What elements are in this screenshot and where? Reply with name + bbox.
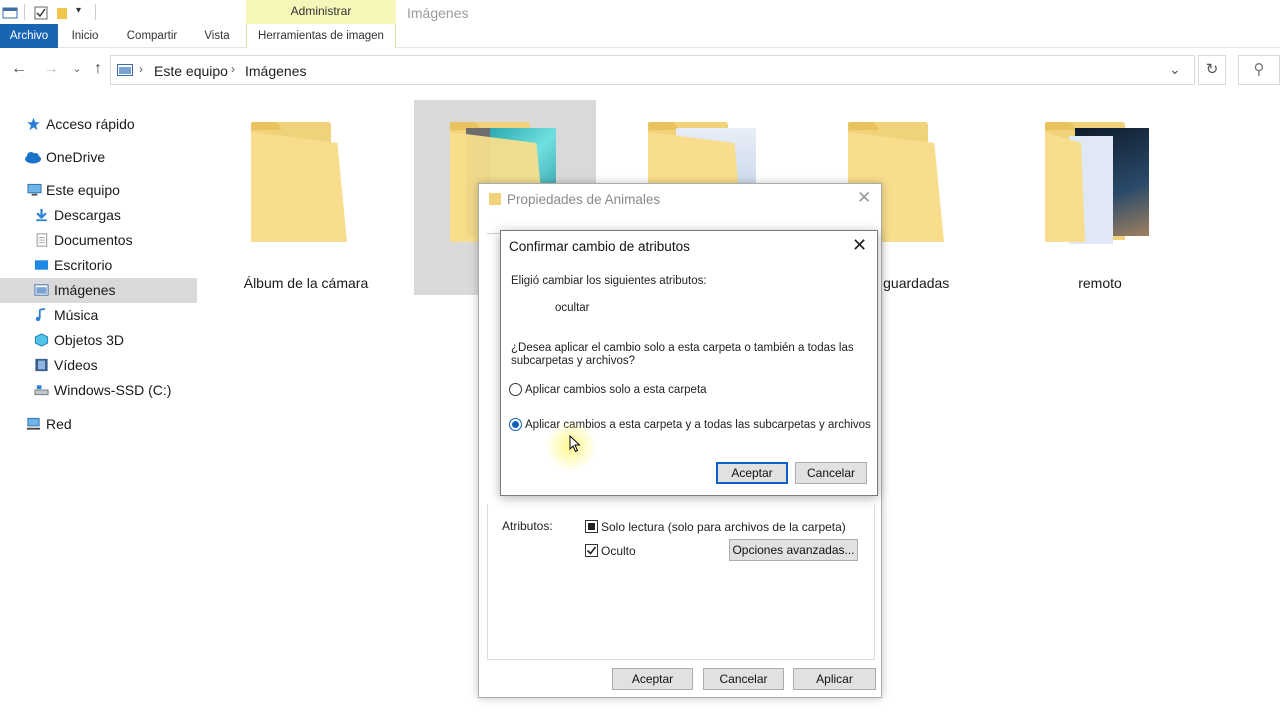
cloud-icon — [25, 152, 41, 164]
sidebar-item-label: Descargas — [54, 207, 121, 223]
drive-icon — [34, 385, 49, 396]
customize-toolbar-icon[interactable]: ▾ — [76, 5, 81, 16]
folder-icon — [1045, 122, 1149, 244]
pictures-icon — [34, 284, 49, 296]
download-icon — [36, 208, 47, 222]
tab-inicio[interactable]: Inicio — [62, 24, 108, 48]
computer-icon — [27, 183, 42, 196]
advanced-options-button[interactable]: Opciones avanzadas... — [729, 539, 858, 561]
pictures-location-icon — [117, 64, 133, 76]
breadcrumb-separator-icon[interactable]: › — [231, 62, 235, 76]
breadcrumb-este-equipo[interactable]: Este equipo — [154, 63, 228, 79]
sidebar-item-documentos[interactable]: Documentos — [0, 228, 197, 253]
sidebar-item-label: Objetos 3D — [54, 332, 125, 348]
sidebar-item-label: Música — [54, 307, 99, 323]
back-arrow-icon[interactable]: ← — [8, 58, 30, 80]
sidebar-item-label: Vídeos — [54, 357, 98, 373]
navigation-bar: ← → ⌄ ↑ › Este equipo › Imágenes ⌄ ↻ ⚲ — [0, 50, 1280, 90]
title-bar: ▾ Administrar Imágenes — [0, 0, 1280, 26]
sidebar-item-label: Documentos — [54, 232, 133, 248]
confirm-cancel-button[interactable]: Cancelar — [795, 462, 867, 484]
sidebar-item-red[interactable]: Red — [0, 412, 197, 437]
sidebar-item-escritorio[interactable]: Escritorio — [0, 253, 197, 278]
tab-archivo[interactable]: Archivo — [0, 24, 58, 48]
question-text-line1: ¿Desea aplicar el cambio solo a esta car… — [511, 342, 854, 354]
folder-icon — [251, 122, 347, 242]
readonly-checkbox[interactable] — [585, 520, 598, 533]
sidebar-item-label: Red — [46, 416, 72, 432]
video-icon — [35, 358, 48, 372]
up-arrow-icon[interactable]: ↑ — [87, 58, 109, 80]
address-bar[interactable]: › Este equipo › Imágenes ⌄ — [110, 55, 1195, 85]
address-dropdown-icon[interactable]: ⌄ — [1169, 61, 1181, 78]
folder-label: Álbum de la cámara — [243, 275, 369, 291]
folder-item[interactable]: Álbum de la cámara — [215, 100, 397, 295]
network-icon — [26, 417, 41, 430]
search-icon: ⚲ — [1253, 61, 1265, 78]
ribbon-tabs: Archivo Inicio Compartir Vista Herramien… — [0, 24, 1280, 48]
ok-button[interactable]: Aceptar — [612, 668, 693, 690]
sidebar-item-objetos-3d[interactable]: Objetos 3D — [0, 328, 197, 353]
divider — [95, 4, 96, 20]
attribute-text: ocultar — [555, 302, 590, 314]
hidden-label: Oculto — [601, 544, 636, 558]
tab-vista[interactable]: Vista — [196, 24, 238, 48]
sidebar-item-label: Windows-SSD (C:) — [54, 382, 172, 398]
desktop-icon — [34, 260, 49, 270]
folder-label: remoto — [1078, 275, 1122, 291]
sidebar-item-onedrive[interactable]: OneDrive — [0, 145, 197, 170]
radio-folder-and-subfolders[interactable] — [509, 418, 522, 431]
dialog-title: Confirmar cambio de atributos — [509, 239, 690, 254]
sidebar-item-label: OneDrive — [46, 149, 106, 165]
sidebar-item-videos[interactable]: Vídeos — [0, 353, 197, 378]
music-icon — [35, 308, 46, 322]
sidebar-item-descargas[interactable]: Descargas — [0, 203, 197, 228]
readonly-label: Solo lectura (solo para archivos de la c… — [601, 520, 846, 534]
window-title: Imágenes — [407, 5, 469, 21]
option-this-folder-only-label[interactable]: Aplicar cambios solo a esta carpeta — [525, 384, 707, 396]
breadcrumb-separator-icon[interactable]: › — [139, 62, 143, 76]
refresh-icon[interactable]: ↻ — [1198, 55, 1226, 85]
properties-icon[interactable] — [33, 5, 49, 21]
divider — [24, 4, 25, 20]
cancel-button[interactable]: Cancelar — [703, 668, 784, 690]
window-icon[interactable] — [2, 5, 18, 21]
navigation-pane: Acceso rápido OneDrive Este equipo Desca… — [0, 100, 200, 720]
recent-locations-chevron-icon[interactable]: ⌄ — [66, 58, 88, 80]
breadcrumb-imagenes[interactable]: Imágenes — [245, 63, 306, 79]
folder-icon — [489, 193, 501, 205]
sidebar-item-label: Escritorio — [54, 257, 113, 273]
sidebar-item-windows-ssd[interactable]: Windows-SSD (C:) — [0, 378, 197, 403]
star-icon — [27, 117, 40, 131]
search-box[interactable]: ⚲ — [1238, 55, 1280, 85]
cube-icon — [34, 333, 49, 347]
tab-herramientas-imagen[interactable]: Herramientas de imagen — [246, 24, 396, 48]
sidebar-item-musica[interactable]: Música — [0, 303, 197, 328]
sidebar-item-label: Este equipo — [46, 182, 120, 198]
sidebar-item-label: Acceso rápido — [46, 116, 135, 132]
apply-button[interactable]: Aplicar — [793, 668, 876, 690]
new-folder-icon[interactable] — [55, 5, 71, 21]
document-icon — [36, 233, 48, 247]
sidebar-item-este-equipo[interactable]: Este equipo — [0, 178, 197, 203]
radio-this-folder-only[interactable] — [509, 383, 522, 396]
confirm-ok-button[interactable]: Aceptar — [716, 462, 788, 484]
context-tab-administrar[interactable]: Administrar — [246, 0, 396, 24]
mouse-cursor-icon — [569, 435, 581, 453]
attributes-label: Atributos: — [502, 519, 553, 533]
sidebar-item-acceso-rapido[interactable]: Acceso rápido — [0, 112, 197, 137]
close-icon[interactable]: ✕ — [852, 235, 867, 256]
intro-text: Eligió cambiar los siguientes atributos: — [511, 275, 707, 287]
sidebar-item-label: Imágenes — [54, 282, 116, 298]
forward-arrow-icon[interactable]: → — [40, 58, 62, 80]
hidden-checkbox[interactable] — [585, 544, 598, 557]
folder-item[interactable]: remoto — [1009, 100, 1191, 295]
checkmark-icon — [586, 546, 597, 555]
tab-compartir[interactable]: Compartir — [118, 24, 186, 48]
close-icon[interactable]: ✕ — [857, 188, 871, 208]
dialog-title: Propiedades de Animales — [507, 192, 661, 207]
question-text-line2: subcarpetas y archivos? — [511, 355, 636, 367]
sidebar-item-imagenes[interactable]: Imágenes — [0, 278, 197, 303]
